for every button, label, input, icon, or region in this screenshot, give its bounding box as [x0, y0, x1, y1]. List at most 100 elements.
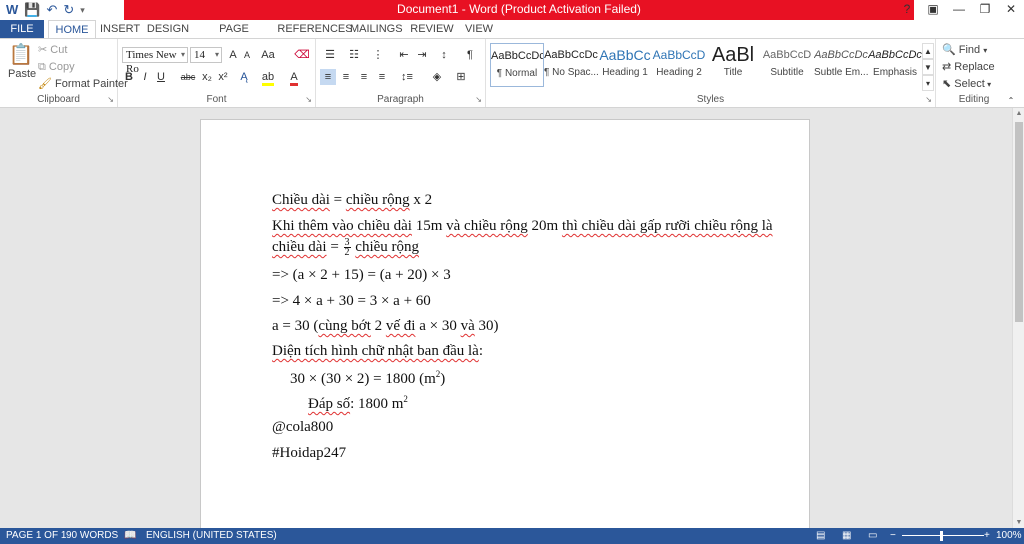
text-effects-icon[interactable]: Ą	[236, 69, 252, 85]
style-subtitle[interactable]: AaBbCcD Subtitle	[760, 43, 814, 87]
styles-more-icon[interactable]: ▾	[922, 75, 934, 91]
zoom-out-icon[interactable]: −	[890, 528, 896, 544]
grow-font-button[interactable]: A	[226, 47, 240, 63]
restore-button[interactable]: ❐	[972, 0, 998, 20]
scroll-thumb[interactable]	[1015, 122, 1023, 322]
redo-icon[interactable]: ↻	[63, 2, 74, 18]
web-layout-icon[interactable]: ▭	[868, 528, 877, 544]
zoom-in-icon[interactable]: +	[984, 528, 990, 544]
strikethrough-button[interactable]: abc	[178, 69, 198, 85]
align-center-icon[interactable]: ≡	[338, 69, 354, 85]
superscript-button[interactable]: x²	[216, 69, 230, 85]
text-run: 15m	[411, 218, 447, 234]
style-heading-1[interactable]: AaBbCc Heading 1	[598, 43, 652, 87]
font-size-box[interactable]: 14 ▾	[190, 47, 222, 63]
tab-page-layout[interactable]: PAGE LAYOUT	[198, 20, 270, 53]
undo-icon[interactable]: ↶	[46, 2, 57, 18]
styles-scroll-up-icon[interactable]: ▲	[922, 43, 934, 59]
subscript-button[interactable]: x₂	[200, 69, 214, 85]
tab-review[interactable]: REVIEW	[410, 20, 454, 38]
minimize-button[interactable]: —	[946, 0, 972, 20]
styles-group: AaBbCcDc ¶ Normal AaBbCcDc ¶ No Spac... …	[486, 39, 936, 107]
zoom-slider-thumb[interactable]	[940, 531, 943, 541]
find-button[interactable]: 🔍 Find ▾	[942, 43, 987, 58]
ribbon: 📋 Paste ✂ Cut ⧉ Copy 🖌 Format Painter Cl…	[0, 38, 1024, 108]
paragraph-launcher-icon[interactable]: ↘	[475, 95, 482, 104]
close-button[interactable]: ✕	[998, 0, 1024, 20]
styles-launcher-icon[interactable]: ↘	[925, 95, 932, 104]
print-layout-icon[interactable]: ▦	[842, 528, 851, 544]
format-painter-button[interactable]: 🖌 Format Painter	[38, 77, 128, 91]
change-case-button[interactable]: Aa	[258, 47, 278, 63]
scroll-down-icon[interactable]: ▼	[1013, 519, 1024, 526]
show-formatting-button[interactable]: ¶	[462, 47, 478, 63]
justify-icon[interactable]: ≡	[374, 69, 390, 85]
doc-line-7: Diện tích hình chữ nhật ban đầu là:	[272, 343, 483, 360]
text-run: cùng bớt	[318, 318, 371, 334]
proofing-icon[interactable]: 📖	[124, 528, 136, 544]
shrink-font-button[interactable]: A	[240, 47, 254, 63]
style-heading-2[interactable]: AaBbCcD Heading 2	[652, 43, 706, 87]
underline-button[interactable]: U	[154, 69, 168, 85]
font-name-box[interactable]: Times New Ro ▾	[122, 47, 188, 75]
ribbon-display-button[interactable]: ▣	[920, 0, 946, 20]
zoom-slider[interactable]	[902, 535, 984, 536]
tab-references[interactable]: REFERENCES	[276, 20, 354, 38]
style-preview: AaBl	[711, 44, 755, 66]
highlight-icon[interactable]: ab	[260, 69, 276, 86]
tab-file[interactable]: FILE	[0, 20, 44, 38]
italic-button[interactable]: I	[138, 69, 152, 85]
increase-indent-icon[interactable]: ⇥	[414, 47, 430, 63]
tab-view[interactable]: VIEW	[462, 20, 496, 38]
tab-mailings[interactable]: MAILINGS	[350, 20, 403, 38]
read-mode-icon[interactable]: ▤	[816, 528, 825, 544]
zoom-level[interactable]: 100%	[996, 528, 1022, 544]
page-count[interactable]: PAGE 1 OF 1	[6, 528, 66, 544]
font-color-label: A	[290, 71, 298, 86]
style-title[interactable]: AaBl Title	[706, 43, 760, 87]
replace-button[interactable]: ⇄ Replace	[942, 60, 995, 74]
scroll-up-icon[interactable]: ▲	[1013, 110, 1024, 117]
select-button[interactable]: ⬉ Select ▾	[942, 77, 991, 92]
style-normal[interactable]: AaBbCcDc ¶ Normal	[490, 43, 544, 87]
collapse-ribbon-icon[interactable]: ⌃	[1004, 93, 1018, 109]
customize-qat-icon[interactable]: ▾	[80, 2, 85, 18]
help-button[interactable]: ?	[894, 0, 920, 20]
style-subtle-emphasis[interactable]: AaBbCcDc Subtle Em...	[814, 43, 868, 87]
document-page[interactable]: Chiều dài = chiều rộng x 2 Khi thêm vào …	[200, 119, 810, 528]
copy-button[interactable]: ⧉ Copy	[38, 60, 75, 74]
language-indicator[interactable]: ENGLISH (UNITED STATES)	[146, 528, 277, 544]
ribbon-tabs: FILE HOME INSERT DESIGN PAGE LAYOUT REFE…	[0, 20, 1024, 53]
sort-icon[interactable]: ↕	[436, 47, 452, 63]
clipboard-launcher-icon[interactable]: ↘	[107, 95, 114, 104]
style-name: ¶ Normal	[496, 68, 538, 79]
multilevel-list-icon[interactable]: ⋮	[368, 47, 388, 63]
style-no-spacing[interactable]: AaBbCcDc ¶ No Spac...	[544, 43, 599, 87]
text-run: Đáp số	[308, 396, 351, 412]
font-color-button[interactable]: A	[286, 69, 302, 86]
fraction-numerator: 3	[344, 237, 350, 248]
bold-button[interactable]: B	[122, 69, 136, 85]
borders-icon[interactable]: ⊞	[452, 69, 470, 85]
decrease-indent-icon[interactable]: ⇤	[396, 47, 412, 63]
style-emphasis[interactable]: AaBbCcDc Emphasis	[868, 43, 922, 87]
text-run: 30)	[474, 318, 499, 334]
shading-icon[interactable]: ◈	[428, 69, 446, 85]
tab-design[interactable]: DESIGN	[146, 20, 190, 38]
font-launcher-icon[interactable]: ↘	[305, 95, 312, 104]
align-left-icon[interactable]: ≡	[320, 69, 336, 85]
tab-insert[interactable]: INSERT	[100, 20, 140, 38]
bullets-icon[interactable]: ☰	[320, 47, 340, 63]
cut-button[interactable]: ✂ Cut	[38, 43, 67, 57]
numbering-icon[interactable]: ☷	[344, 47, 364, 63]
styles-scroll-down-icon[interactable]: ▼	[922, 59, 934, 75]
fraction-denominator: 2	[344, 247, 350, 258]
align-right-icon[interactable]: ≡	[356, 69, 372, 85]
line-spacing-icon[interactable]: ↕≡	[398, 69, 416, 85]
paste-button[interactable]: 📋 Paste	[8, 43, 36, 81]
word-count[interactable]: 90 WORDS	[66, 528, 118, 544]
vertical-scrollbar[interactable]: ▲ ▼	[1012, 108, 1024, 528]
clear-formatting-icon[interactable]: ⌫	[294, 47, 310, 63]
tab-home[interactable]: HOME	[48, 20, 96, 38]
save-icon[interactable]: 💾	[24, 2, 40, 18]
